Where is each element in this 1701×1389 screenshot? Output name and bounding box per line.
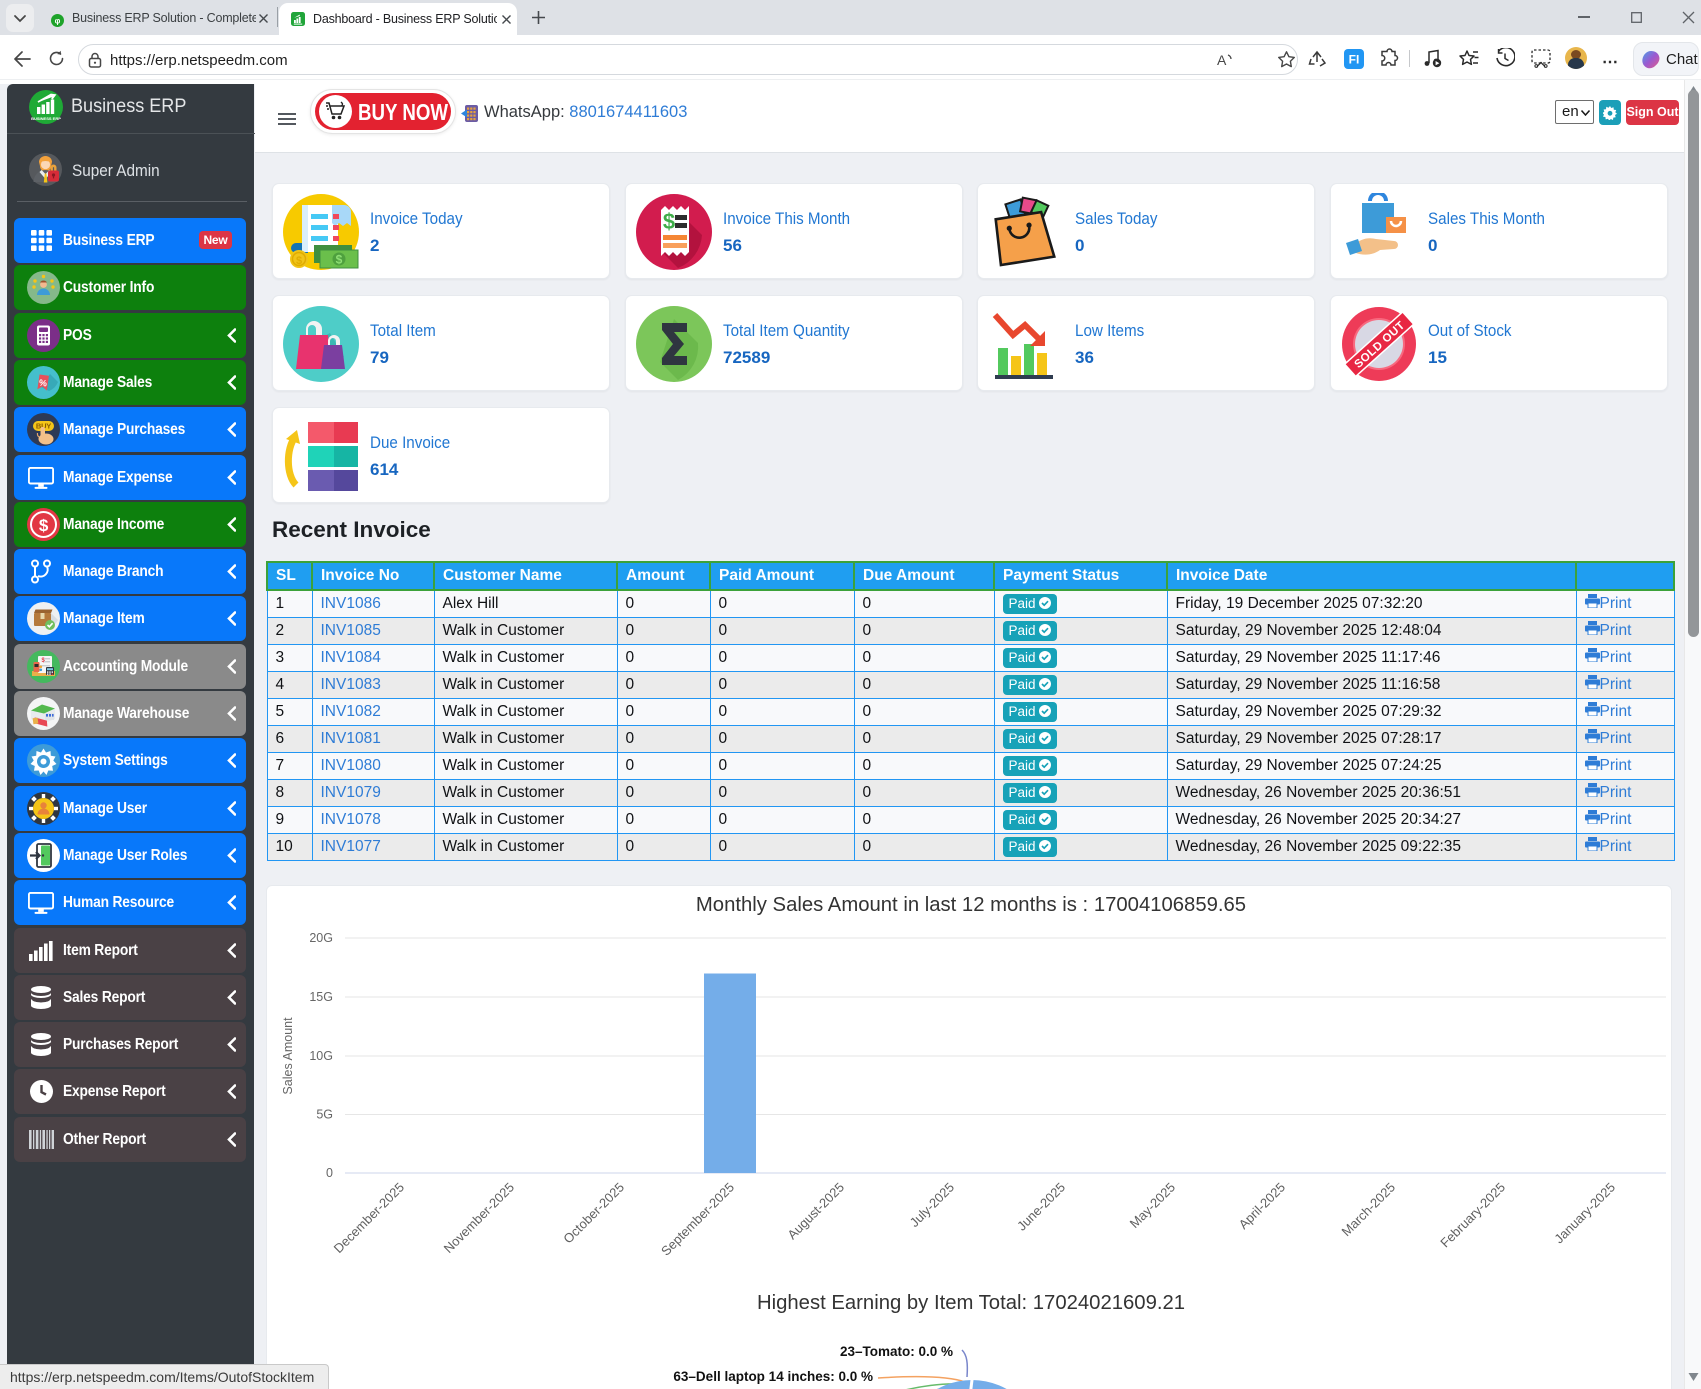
svg-text:April-2025: April-2025 bbox=[1236, 1180, 1289, 1233]
svg-text:September-2025: September-2025 bbox=[658, 1180, 737, 1259]
svg-text:BUSINESS ERP: BUSINESS ERP bbox=[31, 116, 61, 121]
svg-text:November-2025: November-2025 bbox=[441, 1180, 518, 1257]
svg-text:March-2025: March-2025 bbox=[1338, 1180, 1398, 1240]
svg-text:December-2025: December-2025 bbox=[331, 1180, 408, 1257]
svg-text:%: % bbox=[38, 377, 47, 388]
svg-text:$: $ bbox=[39, 516, 49, 535]
svg-text:Monthly Sales Amount in last 1: Monthly Sales Amount in last 12 months i… bbox=[696, 894, 1246, 916]
svg-text:July-2025: July-2025 bbox=[907, 1180, 957, 1230]
svg-text:Highest Earning by Item Total:: Highest Earning by Item Total: 170240216… bbox=[757, 1292, 1185, 1314]
svg-text:15G: 15G bbox=[309, 990, 333, 1004]
svg-text:23–Tomato: 0.0 %: 23–Tomato: 0.0 % bbox=[840, 1344, 953, 1359]
svg-text:February-2025: February-2025 bbox=[1437, 1180, 1508, 1251]
svg-text:0: 0 bbox=[326, 1166, 333, 1180]
svg-text:63–Dell laptop 14 inches: 0.0: 63–Dell laptop 14 inches: 0.0 % bbox=[673, 1369, 873, 1384]
svg-text:BUY NOW: BUY NOW bbox=[358, 99, 448, 125]
svg-text:January-2025: January-2025 bbox=[1551, 1180, 1618, 1247]
svg-text:October-2025: October-2025 bbox=[560, 1180, 627, 1247]
svg-text:φ: φ bbox=[55, 16, 61, 25]
svg-text:$: $ bbox=[663, 209, 675, 234]
svg-text:$: $ bbox=[336, 253, 343, 267]
svg-text:$: $ bbox=[296, 255, 302, 267]
svg-text:FI: FI bbox=[1349, 53, 1360, 67]
svg-text:10G: 10G bbox=[309, 1049, 333, 1063]
svg-text:Sales Amount: Sales Amount bbox=[281, 1017, 295, 1095]
svg-text:20G: 20G bbox=[309, 931, 333, 945]
svg-text:5G: 5G bbox=[316, 1108, 333, 1122]
svg-text:June-2025: June-2025 bbox=[1014, 1180, 1068, 1234]
svg-text:May-2025: May-2025 bbox=[1127, 1180, 1178, 1231]
svg-text:A: A bbox=[1217, 52, 1227, 68]
svg-text:August-2025: August-2025 bbox=[784, 1180, 847, 1243]
